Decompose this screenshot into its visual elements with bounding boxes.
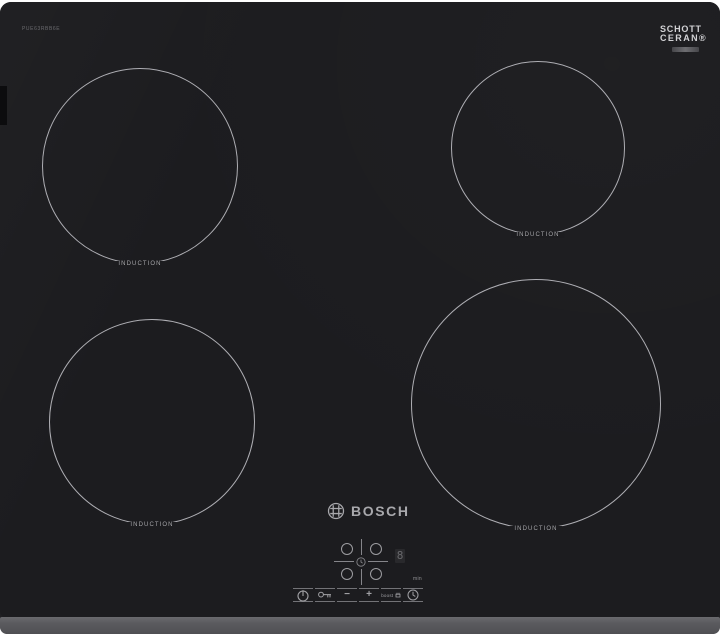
bosch-armature-icon: [327, 502, 345, 520]
power-icon: [297, 589, 309, 602]
cooking-zone-back-right: INDUCTION: [451, 61, 625, 235]
touch-control-strip: − + boost: [293, 588, 423, 602]
ceran-glass-surface: PUE63RBB6E SCHOTT CERAN® INDUCTION INDUC…: [0, 2, 720, 619]
pan-boost-icon: [395, 592, 401, 598]
cooking-zone-front-right: INDUCTION: [411, 279, 661, 529]
power-button[interactable]: [293, 588, 313, 602]
plus-button[interactable]: +: [359, 588, 379, 602]
clock-icon: [356, 557, 366, 567]
front-edge-trim: [0, 617, 720, 634]
selector-line: [361, 539, 362, 555]
bosch-logo: BOSCH: [327, 502, 410, 520]
child-lock-button[interactable]: [315, 588, 335, 602]
cooking-zone-front-left: INDUCTION: [49, 319, 255, 525]
mounting-tab: [0, 86, 7, 125]
induction-hob: PUE63RBB6E SCHOTT CERAN® INDUCTION INDUC…: [0, 2, 720, 634]
ceran-line: CERAN®: [660, 34, 707, 43]
zone-select-key-front-left[interactable]: [341, 568, 353, 580]
ceran-sublabel: [672, 47, 699, 52]
clock-icon: [407, 589, 419, 601]
zone-label: INDUCTION: [113, 261, 166, 267]
model-number-label: PUE63RBB6E: [22, 26, 60, 32]
zone-select-key-front-right[interactable]: [370, 568, 382, 580]
zone-select-key-back-left[interactable]: [341, 543, 353, 555]
zone-select-key-back-right[interactable]: [370, 543, 382, 555]
zone-label: INDUCTION: [511, 232, 564, 238]
zone-label: INDUCTION: [509, 526, 562, 532]
selector-line: [368, 561, 388, 562]
timer-display: 8: [395, 549, 405, 563]
boost-button[interactable]: boost: [381, 588, 401, 602]
schott-ceran-logo: SCHOTT CERAN®: [660, 25, 707, 43]
bosch-wordmark: BOSCH: [351, 503, 410, 519]
selector-line: [361, 569, 362, 585]
timer-unit-label: min: [413, 576, 422, 582]
timer-button[interactable]: [403, 588, 423, 602]
zone-label: INDUCTION: [125, 522, 178, 528]
cooking-zone-back-left: INDUCTION: [42, 68, 238, 264]
minus-button[interactable]: −: [337, 588, 357, 602]
selector-line: [334, 561, 354, 562]
boost-label: boost: [381, 593, 393, 598]
key-icon: [318, 591, 332, 599]
